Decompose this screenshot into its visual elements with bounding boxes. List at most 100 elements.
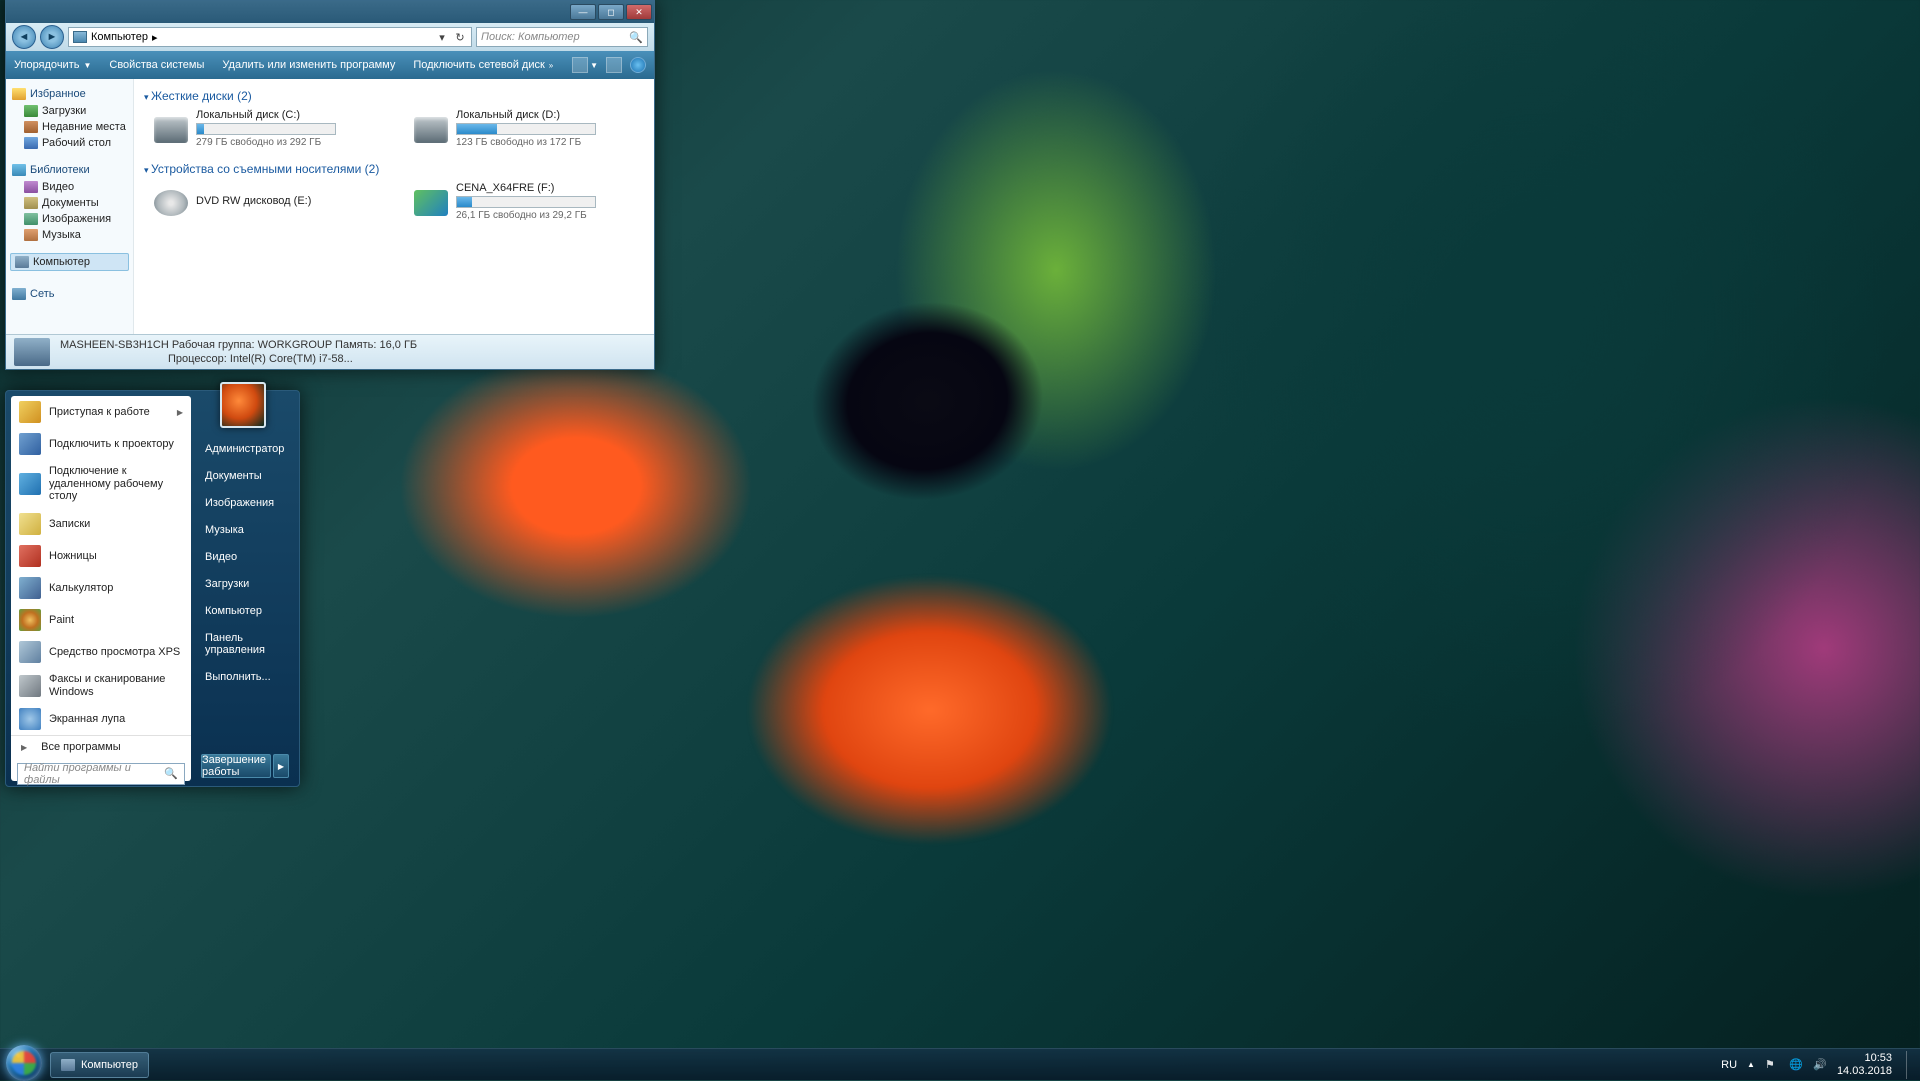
nav-desktop[interactable]: Рабочий стол	[10, 135, 129, 151]
action-center-icon[interactable]: ⚑	[1765, 1058, 1779, 1072]
submenu-arrow-icon: ▶	[177, 408, 183, 417]
sr-user[interactable]: Администратор	[201, 441, 289, 457]
nav-images[interactable]: Изображения	[10, 211, 129, 227]
start-search-input[interactable]: Найти программы и файлы 🔍	[17, 763, 185, 785]
category-removable[interactable]: Устройства со съемными носителями (2)	[144, 162, 644, 176]
sr-control-panel[interactable]: Панель управления	[201, 630, 289, 658]
sm-calc[interactable]: Калькулятор	[11, 572, 191, 604]
content-pane: Жесткие диски (2) Локальный диск (C:) 27…	[134, 79, 654, 334]
nav-network[interactable]: Сеть	[10, 285, 129, 303]
shutdown-button[interactable]: Завершение работы	[201, 754, 271, 778]
nav-documents[interactable]: Документы	[10, 195, 129, 211]
arrow-icon: ▶	[21, 743, 27, 752]
projector-icon	[19, 433, 41, 455]
sm-notes[interactable]: Записки	[11, 508, 191, 540]
address-dropdown-icon[interactable]: ▾	[435, 31, 449, 44]
maximize-button[interactable]: ◻	[598, 4, 624, 20]
start-places-list: Администратор Документы Изображения Музы…	[191, 391, 299, 786]
sm-remote[interactable]: Подключение к удаленному рабочему столу	[11, 460, 191, 508]
minimize-button[interactable]: —	[570, 4, 596, 20]
preview-pane-icon[interactable]	[606, 57, 622, 73]
breadcrumb-text: Компьютер	[91, 31, 148, 43]
help-icon[interactable]	[630, 57, 646, 73]
uninstall-program-button[interactable]: Удалить или изменить программу	[222, 59, 395, 71]
sr-run[interactable]: Выполнить...	[201, 669, 289, 685]
tray-arrow-icon[interactable]: ▲	[1747, 1060, 1755, 1069]
sm-getting-started[interactable]: Приступая к работе▶	[11, 396, 191, 428]
forward-button[interactable]: ►	[40, 25, 64, 49]
usb-icon	[414, 190, 448, 216]
breadcrumb-arrow-icon: ▸	[152, 31, 158, 44]
sr-documents[interactable]: Документы	[201, 468, 289, 484]
video-icon	[24, 181, 38, 193]
nav-video[interactable]: Видео	[10, 179, 129, 195]
nav-favorites[interactable]: Избранное	[10, 85, 129, 103]
category-hdd[interactable]: Жесткие диски (2)	[144, 89, 644, 103]
remote-desktop-icon	[19, 473, 41, 495]
sm-faxscan[interactable]: Факсы и сканирование Windows	[11, 668, 191, 703]
taskbar: Компьютер RU ▲ ⚑ 🌐 🔊 10:53 14.03.2018	[0, 1048, 1920, 1080]
system-tray: RU ▲ ⚑ 🌐 🔊 10:53 14.03.2018	[1721, 1051, 1914, 1079]
hdd-icon	[414, 117, 448, 143]
network-tray-icon[interactable]: 🌐	[1789, 1058, 1803, 1072]
snipping-tool-icon	[19, 545, 41, 567]
sm-xps[interactable]: Средство просмотра XPS	[11, 636, 191, 668]
clock[interactable]: 10:53 14.03.2018	[1837, 1052, 1892, 1077]
usage-bar	[457, 124, 497, 134]
sr-downloads[interactable]: Загрузки	[201, 576, 289, 592]
sm-snip[interactable]: Ножницы	[11, 540, 191, 572]
nav-computer[interactable]: Компьютер	[10, 253, 129, 271]
search-icon: 🔍	[629, 31, 643, 44]
organize-button[interactable]: Упорядочить	[14, 59, 79, 71]
titlebar[interactable]: — ◻ ✕	[6, 1, 654, 23]
sr-music[interactable]: Музыка	[201, 522, 289, 538]
wallpaper-flower	[480, 380, 1380, 980]
start-programs-list: Приступая к работе▶ Подключить к проекто…	[11, 396, 191, 781]
sr-images[interactable]: Изображения	[201, 495, 289, 511]
sm-all-programs[interactable]: ▶Все программы	[11, 735, 191, 759]
nav-libraries[interactable]: Библиотеки	[10, 161, 129, 179]
details-pane: MASHEEN-SB3H1CH Рабочая группа: WORKGROU…	[6, 334, 654, 369]
back-button[interactable]: ◄	[12, 25, 36, 49]
breadcrumb[interactable]: Компьютер ▸ ▾ ↻	[68, 27, 472, 47]
details-line1: MASHEEN-SB3H1CH Рабочая группа: WORKGROU…	[60, 338, 417, 352]
sm-magnifier[interactable]: Экранная лупа	[11, 703, 191, 735]
star-icon	[12, 88, 26, 100]
volume-icon[interactable]: 🔊	[1813, 1058, 1827, 1072]
nav-music[interactable]: Музыка	[10, 227, 129, 243]
map-drive-button[interactable]: Подключить сетевой диск	[413, 59, 544, 71]
close-button[interactable]: ✕	[626, 4, 652, 20]
drive-d[interactable]: Локальный диск (D:) 123 ГБ свободно из 1…	[414, 109, 644, 148]
view-icon[interactable]	[572, 57, 588, 73]
start-button[interactable]	[6, 1045, 42, 1081]
sr-video[interactable]: Видео	[201, 549, 289, 565]
show-desktop-button[interactable]	[1906, 1051, 1914, 1079]
shutdown-options-button[interactable]: ▶	[273, 754, 289, 778]
drive-e[interactable]: DVD RW дисковод (E:)	[154, 182, 384, 221]
system-properties-button[interactable]: Свойства системы	[109, 59, 204, 71]
library-icon	[12, 164, 26, 176]
drive-f[interactable]: CENA_X64FRE (F:) 26,1 ГБ свободно из 29,…	[414, 182, 644, 221]
drive-c[interactable]: Локальный диск (C:) 279 ГБ свободно из 2…	[154, 109, 384, 148]
user-picture[interactable]	[220, 382, 266, 428]
computer-icon	[73, 31, 87, 43]
documents-icon	[24, 197, 38, 209]
refresh-icon[interactable]: ↻	[453, 31, 467, 44]
hdd-icon	[154, 117, 188, 143]
wallpaper-butterfly	[696, 203, 1165, 638]
getting-started-icon	[19, 401, 41, 423]
sm-paint[interactable]: Paint	[11, 604, 191, 636]
search-icon: 🔍	[164, 767, 178, 780]
search-input[interactable]: Поиск: Компьютер 🔍	[476, 27, 648, 47]
computer-large-icon	[14, 338, 50, 366]
nav-downloads[interactable]: Загрузки	[10, 103, 129, 119]
language-indicator[interactable]: RU	[1721, 1059, 1737, 1071]
xps-viewer-icon	[19, 641, 41, 663]
computer-icon	[15, 256, 29, 268]
explorer-window: — ◻ ✕ ◄ ► Компьютер ▸ ▾ ↻ Поиск: Компьют…	[5, 0, 655, 370]
nav-recent[interactable]: Недавние места	[10, 119, 129, 135]
address-bar: ◄ ► Компьютер ▸ ▾ ↻ Поиск: Компьютер 🔍	[6, 23, 654, 51]
sm-projector[interactable]: Подключить к проектору	[11, 428, 191, 460]
sr-computer[interactable]: Компьютер	[201, 603, 289, 619]
taskbar-app-computer[interactable]: Компьютер	[50, 1052, 149, 1078]
